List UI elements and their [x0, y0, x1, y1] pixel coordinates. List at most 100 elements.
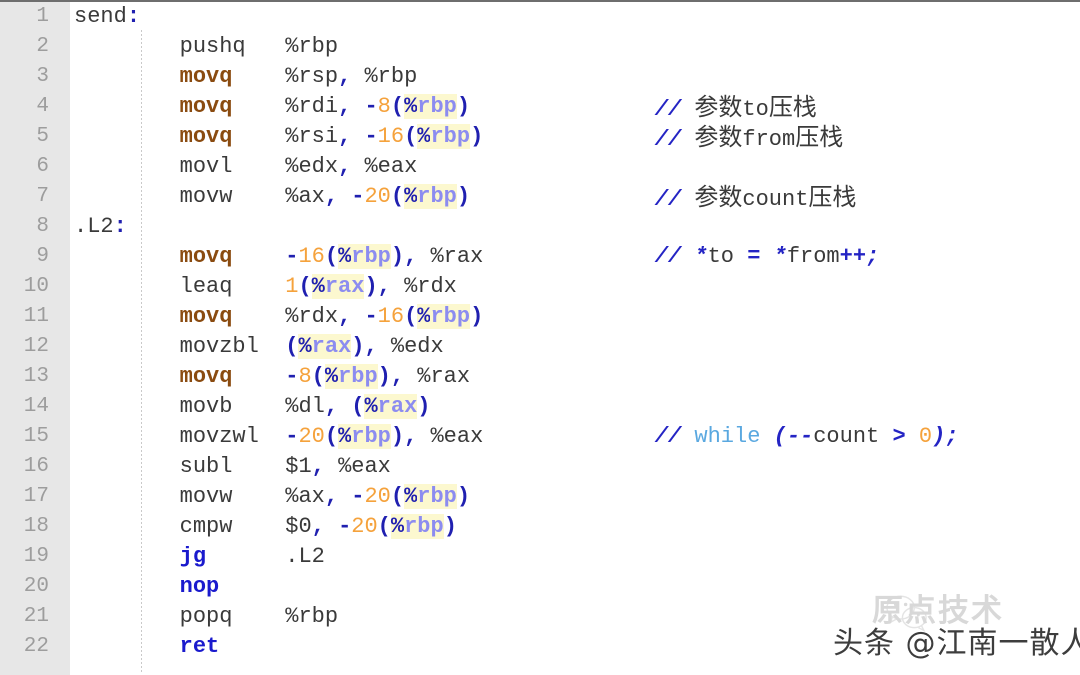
code-line[interactable]: send:	[74, 2, 140, 32]
code-line[interactable]: subl $1, %eax	[74, 452, 391, 482]
code-line[interactable]: movq -16(%rbp), %rax	[74, 242, 483, 272]
code-comment[interactable]: // 参数count压栈	[655, 182, 857, 212]
code-token: -	[364, 304, 378, 329]
code-token: 参数	[694, 183, 743, 211]
code-token: *	[773, 244, 787, 269]
code-comment[interactable]: // while (--count > 0);	[655, 422, 959, 452]
code-line[interactable]: nop	[74, 572, 220, 602]
code-token: $0	[285, 514, 312, 539]
code-token: to	[707, 244, 735, 269]
code-token: 20	[364, 184, 391, 209]
code-comment[interactable]: // *to = *from++;	[655, 242, 879, 272]
line-number: 17	[23, 485, 49, 508]
code-token: -	[285, 424, 299, 449]
code-comment[interactable]: // 参数from压栈	[655, 122, 843, 152]
code-line[interactable]: movb %dl, (%rax)	[74, 392, 430, 422]
line-number: 7	[36, 185, 49, 208]
code-token: 16	[377, 304, 405, 329]
code-token: ,	[404, 424, 418, 449]
code-line[interactable]: pushq %rbp	[74, 32, 338, 62]
code-token: ,	[338, 154, 352, 179]
code-line[interactable]: movl %edx, %eax	[74, 152, 418, 182]
code-token: 1	[285, 274, 299, 299]
code-token: movl	[179, 154, 233, 179]
code-line[interactable]: movzwl -20(%rbp), %eax	[74, 422, 483, 452]
line-number: 16	[23, 455, 49, 478]
code-token: )	[443, 514, 457, 539]
code-token: leaq	[179, 274, 233, 299]
code-token: nop	[179, 574, 220, 599]
code-token: movzwl	[179, 424, 259, 449]
code-token: ,	[324, 184, 339, 209]
code-token: -	[285, 244, 299, 269]
code-token: -	[338, 514, 352, 539]
code-token: :	[126, 4, 141, 29]
code-token: ,	[324, 484, 339, 509]
code-token: 20	[351, 514, 378, 539]
code-token: (	[404, 124, 418, 149]
code-token: )	[456, 484, 471, 509]
code-token: %edx	[390, 334, 444, 359]
code-token: %rsi	[285, 124, 339, 149]
code-line[interactable]: popq %rbp	[74, 602, 338, 632]
code-line[interactable]: ret	[74, 632, 220, 662]
code-token: (	[390, 184, 405, 209]
code-token: rbp	[417, 484, 457, 509]
code-token: (	[404, 304, 418, 329]
code-token: ret	[179, 634, 220, 659]
code-comment[interactable]: // 参数to压栈	[655, 92, 817, 122]
code-line[interactable]: movq -8(%rbp), %rax	[74, 362, 470, 392]
code-line[interactable]: movq %rsp, %rbp	[74, 62, 418, 92]
line-number: 6	[36, 155, 49, 178]
code-content-area[interactable]: send: pushq %rbp movq %rsp, %rbp movq %r…	[70, 2, 1080, 675]
code-token: %eax	[430, 424, 484, 449]
code-token: 20	[298, 424, 325, 449]
code-token: movb	[179, 394, 233, 419]
code-line[interactable]: movq %rsi, -16(%rbp)	[74, 122, 483, 152]
code-token: 16	[298, 244, 325, 269]
code-token: %	[338, 244, 352, 269]
code-token: //	[654, 97, 682, 122]
line-number: 8	[36, 215, 49, 238]
code-token: %edx	[285, 154, 339, 179]
code-line[interactable]: movw %ax, -20(%rbp)	[74, 182, 470, 212]
code-line[interactable]: movq %rdx, -16(%rbp)	[74, 302, 483, 332]
code-token: -	[285, 364, 299, 389]
code-line[interactable]: cmpw $0, -20(%rbp)	[74, 512, 457, 542]
line-number: 19	[23, 545, 49, 568]
line-number-gutter: 1 2 3 4 5 6 7 8 9 10 11 12 13 14 15 16 17 18 19 20 21 22	[0, 2, 70, 675]
code-token: %rbp	[285, 34, 339, 59]
code-token: 压栈	[795, 123, 844, 151]
code-line[interactable]: .L2:	[74, 212, 127, 242]
code-line[interactable]: leaq 1(%rax), %rdx	[74, 272, 457, 302]
code-token: rax	[324, 274, 365, 299]
code-line[interactable]: movq %rdi, -8(%rbp)	[74, 92, 470, 122]
code-token: (	[377, 514, 391, 539]
line-number: 22	[23, 635, 49, 658]
code-line[interactable]: jg .L2	[74, 542, 325, 572]
code-token: ,	[311, 454, 325, 479]
code-token: rax	[377, 394, 418, 419]
code-token: movw	[179, 484, 233, 509]
code-line[interactable]: movw %ax, -20(%rbp)	[74, 482, 470, 512]
code-line[interactable]: movzbl (%rax), %edx	[74, 332, 444, 362]
code-token: %	[404, 184, 418, 209]
code-token: )	[456, 94, 471, 119]
code-token: //	[654, 187, 682, 212]
